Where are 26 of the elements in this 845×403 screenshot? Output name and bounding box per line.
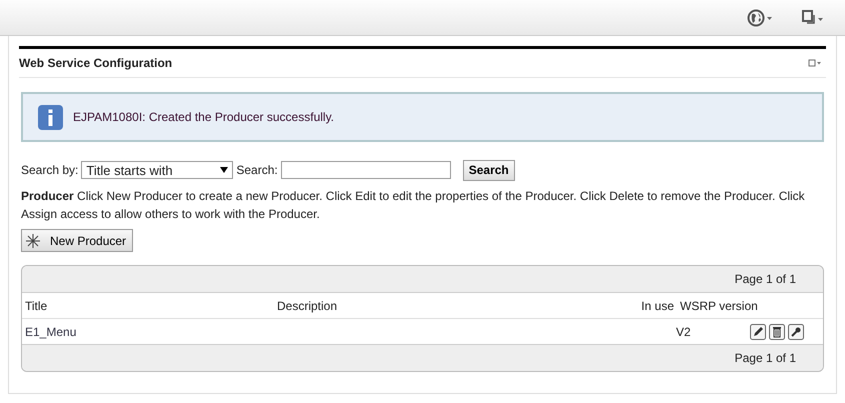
new-producer-button[interactable]: New Producer [21, 229, 133, 252]
trash-icon[interactable] [769, 324, 785, 340]
instructions-text: Producer Click New Producer to create a new Producer. Click Edit to edit the properties of the Producer. Click Delete to remove the Producer. Click Assign access to allow others to work with the Producer. [21, 188, 806, 223]
portlet-menu-icon[interactable] [808, 58, 822, 68]
pager-text: Page 1 of 1 [734, 272, 796, 286]
column-header[interactable]: Description [277, 298, 617, 312]
edit-icon[interactable] [750, 324, 766, 340]
search-button[interactable]: Search [462, 160, 515, 180]
asterisk-icon [26, 234, 40, 248]
message-text: EJPAM1080I: Created the Producer successfully. [73, 110, 334, 124]
key-icon[interactable] [788, 324, 804, 340]
search-by-dropdown[interactable]: Title starts with [81, 161, 234, 179]
column-header[interactable]: WSRP version [674, 298, 770, 312]
globe-menu-icon[interactable] [747, 8, 773, 26]
pager-text: Page 1 of 1 [734, 351, 796, 365]
portlet-title: Web Service Configuration [19, 56, 172, 70]
search-label: Search: [236, 163, 278, 177]
search-by-label: Search by: [21, 163, 78, 177]
column-header[interactable]: In use [617, 298, 674, 312]
table-cell-text: V2 [675, 324, 692, 338]
search-field[interactable] [280, 161, 451, 179]
column-header[interactable]: Title [22, 298, 277, 312]
window-menu-icon[interactable] [801, 8, 825, 26]
producer-title-link[interactable]: E1_Menu [22, 324, 277, 338]
info-icon [38, 104, 63, 130]
dropdown-arrow-icon [220, 166, 228, 174]
